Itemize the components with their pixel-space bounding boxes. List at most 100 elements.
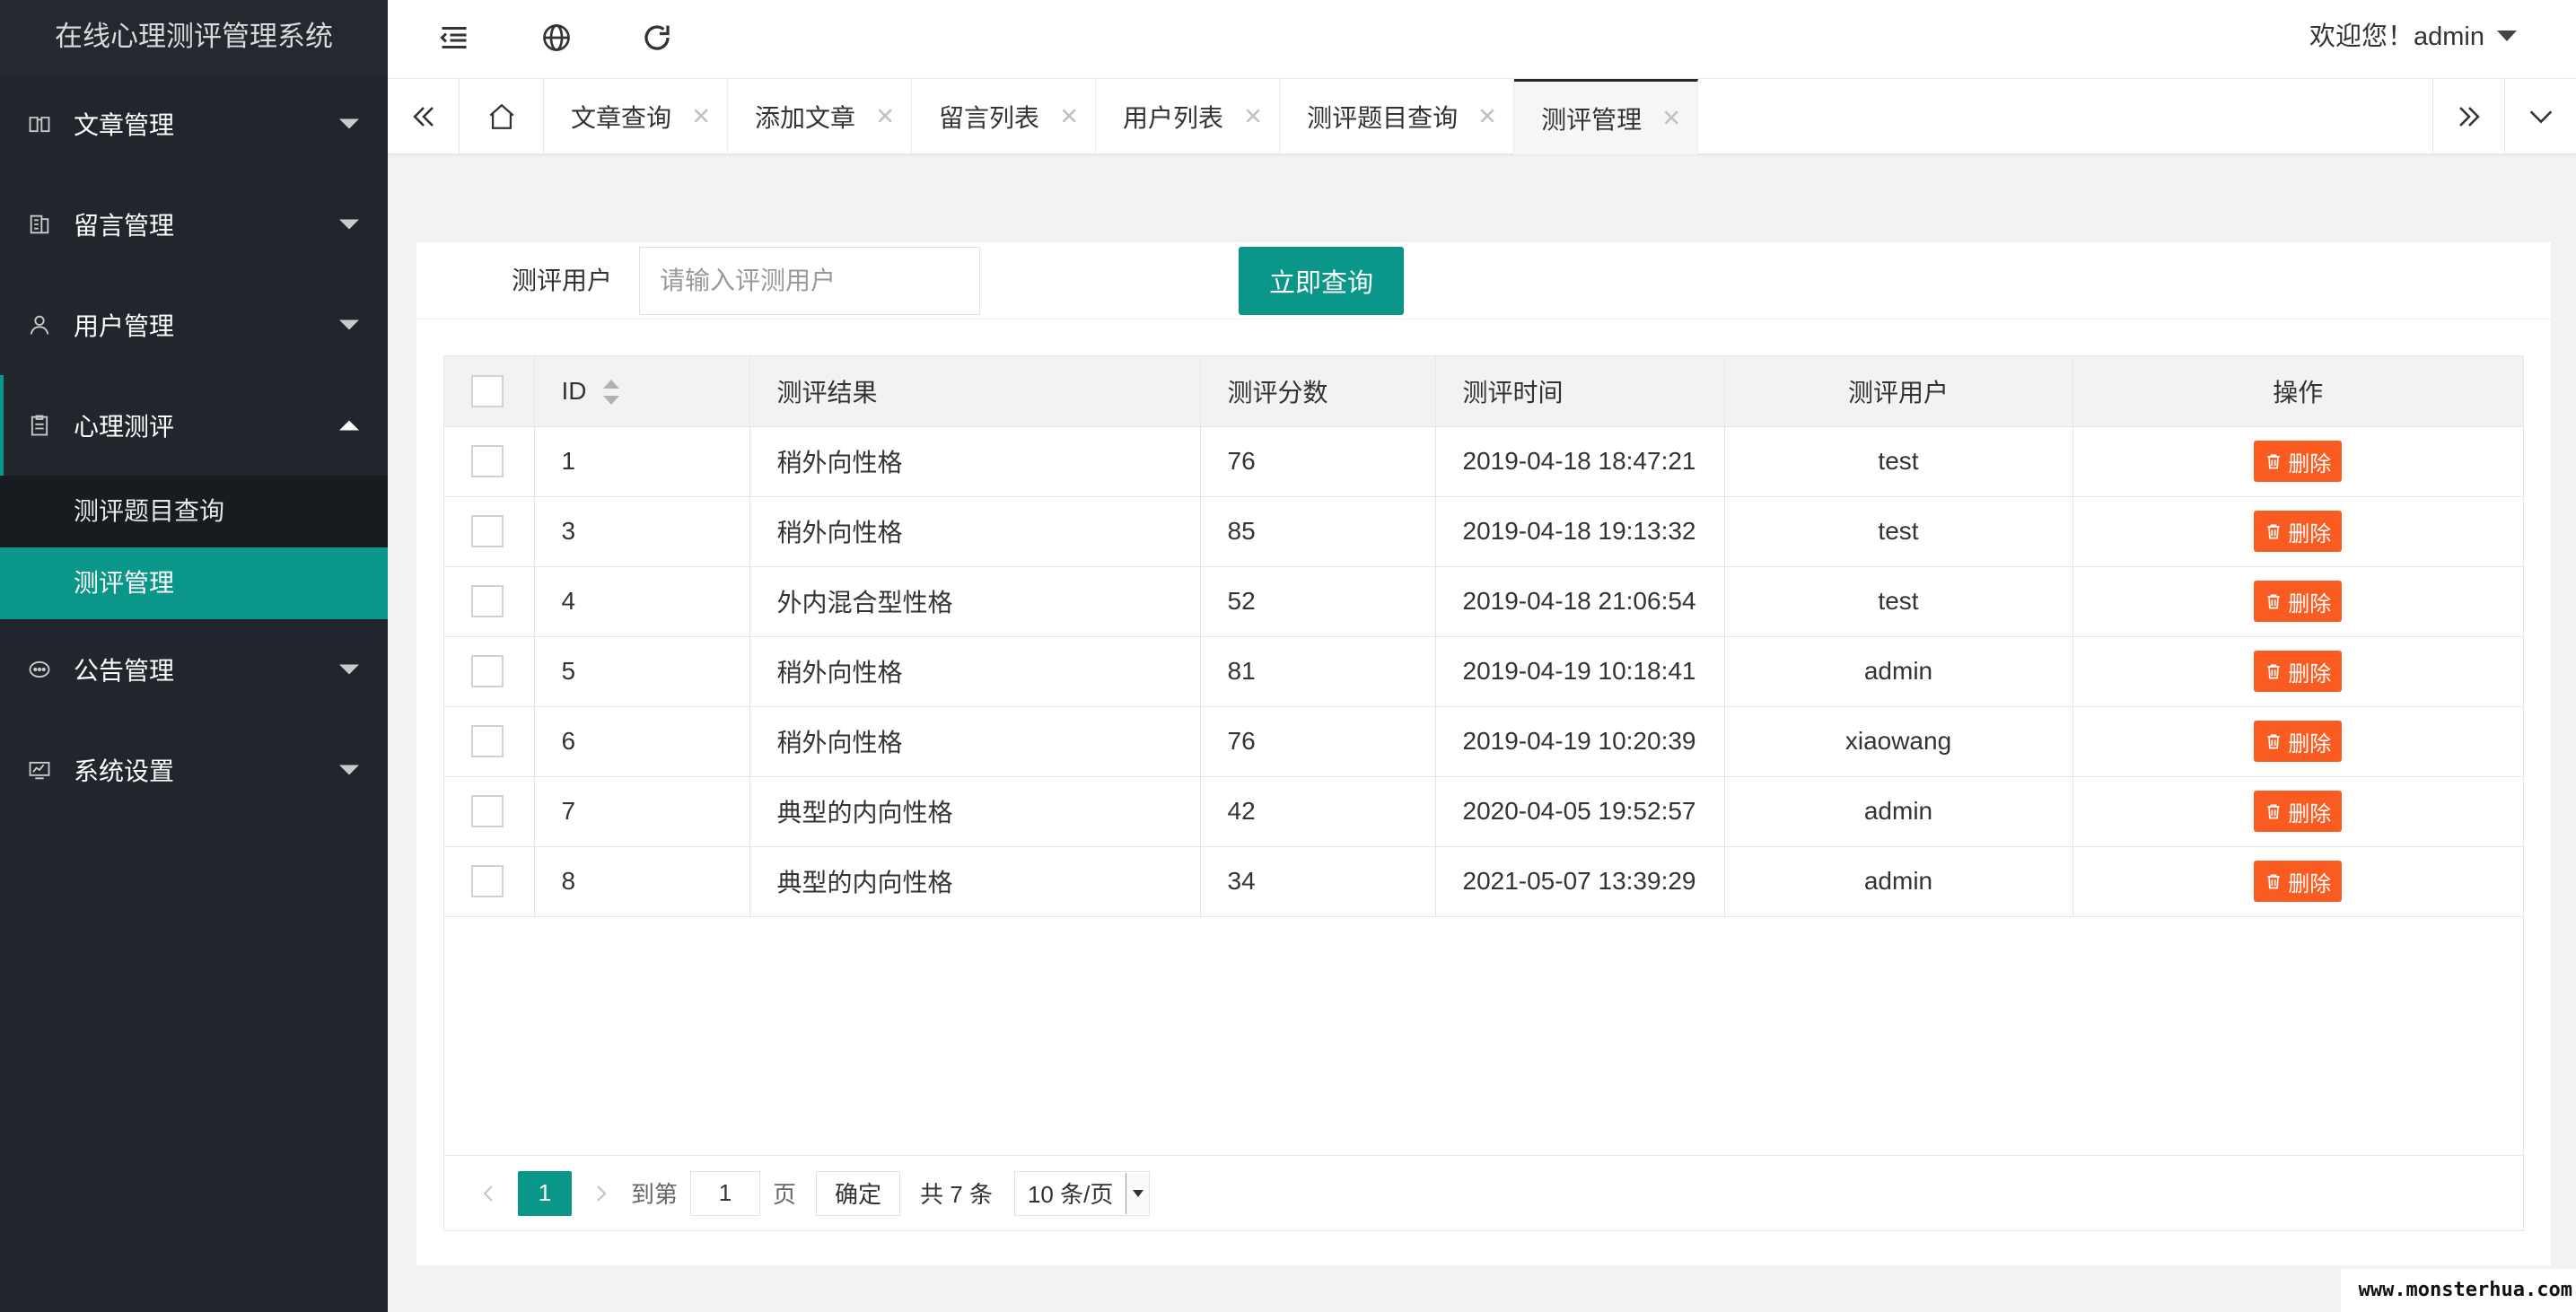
search-form: 测评用户 立即查询 [416,242,2551,319]
trash-icon [2267,454,2280,469]
row-checkbox-cell [444,776,535,847]
cell-score: 81 [1200,636,1436,707]
goto-page-input[interactable] [690,1170,761,1216]
trash-icon [2267,734,2280,749]
sort-icon[interactable] [602,380,619,406]
row-checkbox[interactable] [471,515,504,547]
chevron-down-icon [339,118,359,129]
page-size-select[interactable]: 10 条/页 [1013,1170,1151,1216]
row-checkbox[interactable] [471,445,504,477]
goto-prefix: 到第 [631,1181,679,1208]
search-input[interactable] [639,247,980,315]
header-checkbox-cell [444,356,535,427]
column-header-result: 测评结果 [749,356,1201,427]
delete-button[interactable]: 删除 [2254,791,2343,832]
row-checkbox-cell [444,636,535,707]
close-icon[interactable]: ✕ [1243,103,1263,131]
chevron-down-icon [339,765,359,775]
sidebar-item-label: 公告管理 [74,657,175,685]
close-icon[interactable]: ✕ [1059,103,1079,131]
cell-time: 2019-04-19 10:20:39 [1435,706,1725,777]
refresh-icon[interactable] [639,20,675,56]
sidebar-item-notices[interactable]: 公告管理 [0,619,388,720]
tab-message-list[interactable]: 留言列表 ✕ [912,79,1097,154]
column-header-score: 测评分数 [1200,356,1436,427]
cell-time: 2019-04-18 19:13:32 [1435,496,1725,567]
close-icon[interactable]: ✕ [691,103,711,131]
cell-actions: 删除 [2072,426,2523,497]
sidebar-item-messages[interactable]: 留言管理 [0,174,388,275]
tab-assessment-manage[interactable]: 测评管理 ✕ [1514,79,1699,154]
cell-score: 42 [1200,776,1436,847]
cell-score: 34 [1200,846,1436,917]
table-row: 8 典型的内向性格 34 2021-05-07 13:39:29 admin 删… [444,846,2523,917]
cell-result: 典型的内向性格 [749,776,1201,847]
page-number-current[interactable]: 1 [518,1170,572,1216]
cell-id: 7 [534,776,750,847]
table-row: 7 典型的内向性格 42 2020-04-05 19:52:57 admin 删… [444,776,2523,847]
caret-down-icon [2497,31,2517,41]
monitor-icon [27,757,52,783]
tab-add-article[interactable]: 添加文章 ✕ [728,79,913,154]
table-body: 1 稍外向性格 76 2019-04-18 18:47:21 test 删除 3… [444,426,2523,917]
tab-label: 测评管理 [1541,105,1643,134]
trash-icon [2267,594,2280,609]
table-header-row: ID 测评结果 测评分数 测评时间 测评用户 操作 [444,356,2523,427]
row-checkbox[interactable] [471,655,504,687]
globe-icon[interactable] [539,20,574,56]
cell-actions: 删除 [2072,496,2523,567]
sidebar-item-settings[interactable]: 系统设置 [0,720,388,820]
delete-button[interactable]: 删除 [2254,441,2343,482]
close-icon[interactable]: ✕ [1661,104,1681,132]
user-menu[interactable]: 欢迎您！admin [2309,0,2484,74]
row-checkbox[interactable] [471,585,504,617]
tab-question-query[interactable]: 测评题目查询 ✕ [1280,79,1515,154]
prev-page-icon[interactable] [471,1176,507,1211]
sidebar-item-users[interactable]: 用户管理 [0,275,388,375]
goto-confirm-button[interactable]: 确定 [816,1170,901,1216]
sidebar-item-assessment[interactable]: 心理测评 [0,375,388,476]
row-checkbox[interactable] [471,725,504,757]
row-checkbox[interactable] [471,865,504,897]
column-header-time: 测评时间 [1435,356,1725,427]
cell-actions: 删除 [2072,636,2523,707]
tabs-scroll-left-icon[interactable] [388,79,460,154]
close-icon[interactable]: ✕ [875,103,895,131]
chat-icon [27,657,52,682]
cell-result: 稍外向性格 [749,706,1201,777]
delete-button[interactable]: 删除 [2254,861,2343,902]
tab-label: 添加文章 [755,104,856,132]
select-all-checkbox[interactable] [471,374,504,407]
row-checkbox-cell [444,496,535,567]
close-icon[interactable]: ✕ [1477,103,1497,131]
row-checkbox[interactable] [471,795,504,827]
tabs-scroll-right-icon[interactable] [2432,79,2504,154]
cell-user: admin [1724,776,2073,847]
tab-user-list[interactable]: 用户列表 ✕ [1096,79,1281,154]
sidebar-item-articles[interactable]: 文章管理 [0,74,388,174]
delete-button[interactable]: 删除 [2254,651,2343,692]
pagination: 1 到第 页 确定 共 7 条 10 条/页 [444,1155,2523,1230]
tab-label: 文章查询 [571,104,672,132]
cell-id: 3 [534,496,750,567]
column-label: ID [561,376,587,405]
tabs-bar: 文章查询 ✕ 添加文章 ✕ 留言列表 ✕ 用户列表 ✕ 测评题目查询 ✕ 测评管理 ✕ [388,79,2576,154]
home-icon[interactable] [460,79,544,154]
chevron-down-icon[interactable] [2504,79,2576,154]
menu-fold-icon[interactable] [436,20,472,56]
chevron-up-icon [339,420,359,431]
sidebar-subitem-question-query[interactable]: 测评题目查询 [0,476,388,547]
chevron-down-icon [339,219,359,230]
column-header-id[interactable]: ID [534,356,750,427]
cell-time: 2019-04-18 18:47:21 [1435,426,1725,497]
sidebar-subitem-assessment-manage[interactable]: 测评管理 [0,547,388,619]
delete-button[interactable]: 删除 [2254,511,2343,552]
delete-button[interactable]: 删除 [2254,721,2343,762]
next-page-icon[interactable] [583,1176,618,1211]
search-button[interactable]: 立即查询 [1239,247,1404,315]
delete-button[interactable]: 删除 [2254,581,2343,622]
tab-article-query[interactable]: 文章查询 ✕ [544,79,729,154]
cell-user: admin [1724,846,2073,917]
sidebar-item-label: 系统设置 [74,757,175,785]
delete-label: 删除 [2288,451,2332,477]
